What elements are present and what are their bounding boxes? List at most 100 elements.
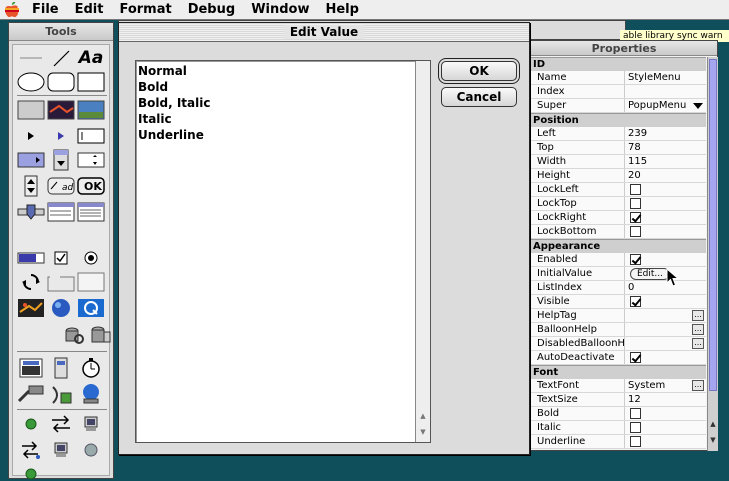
prop-row-visible[interactable]: Visible: [531, 295, 706, 309]
prop-value-super[interactable]: PopupMenu: [625, 99, 706, 112]
prop-row-enabled[interactable]: Enabled: [531, 253, 706, 267]
sync-arrows-search-icon[interactable]: [17, 439, 45, 461]
sync-arrows-icon[interactable]: [47, 413, 75, 435]
helptag-ellipsis-button[interactable]: ...: [692, 310, 704, 321]
underline-checkbox[interactable]: [630, 436, 641, 447]
autodeactivate-checkbox[interactable]: [630, 352, 641, 363]
listbox-tool-icon[interactable]: [47, 201, 75, 223]
picture-tool-icon[interactable]: [77, 99, 105, 121]
value-line[interactable]: Bold: [138, 79, 210, 95]
prop-row-balloonhelp[interactable]: BalloonHelp...: [531, 323, 706, 337]
serial-tool-icon[interactable]: [47, 357, 75, 379]
separator-tool-icon[interactable]: [17, 47, 45, 69]
popupmenu-tool-icon[interactable]: [77, 149, 105, 171]
scroll-down-arrow-icon[interactable]: ▼: [708, 435, 718, 445]
prop-value-top[interactable]: 78: [625, 141, 706, 154]
monitor-icon[interactable]: [47, 439, 75, 461]
prop-value-name[interactable]: StyleMenu: [625, 71, 706, 84]
prop-row-width[interactable]: Width 115: [531, 155, 706, 169]
editfield-tool-icon[interactable]: [77, 125, 105, 147]
progressbar-tool-icon[interactable]: [17, 247, 45, 269]
bevel-popup-icon[interactable]: [17, 149, 45, 171]
rect-tool-icon[interactable]: [77, 71, 105, 93]
cancel-button[interactable]: Cancel: [441, 87, 517, 107]
prop-row-name[interactable]: Name StyleMenu: [531, 71, 706, 85]
value-line[interactable]: Italic: [138, 111, 210, 127]
value-line[interactable]: Bold, Italic: [138, 95, 210, 111]
editor-scroll-down-icon[interactable]: ▼: [418, 427, 428, 437]
disclosure-triangle-blue-icon[interactable]: [47, 125, 75, 147]
green-ball-small-icon[interactable]: [17, 463, 45, 481]
lockleft-checkbox[interactable]: [630, 184, 641, 195]
network-tool-icon[interactable]: [77, 383, 105, 405]
prop-row-left[interactable]: Left 239: [531, 127, 706, 141]
ok-button[interactable]: OK: [441, 61, 517, 81]
editor-scroll-up-icon[interactable]: ▲: [418, 411, 428, 421]
oval-tool-icon[interactable]: [17, 71, 45, 93]
disclosure-triangle-icon[interactable]: [17, 125, 45, 147]
ok-button-tool[interactable]: OK: [77, 175, 105, 197]
menu-format[interactable]: Format: [111, 0, 179, 20]
groupbox-tool-icon[interactable]: [47, 271, 75, 293]
prop-row-italic[interactable]: Italic: [531, 421, 706, 435]
popup-arrow-icon[interactable]: [47, 149, 75, 171]
socket-tool-icon[interactable]: [17, 383, 45, 405]
prop-row-disabledballoonhelp[interactable]: DisabledBalloonHelp...: [531, 337, 706, 351]
database-tool-icon[interactable]: [87, 325, 115, 347]
radiobutton-tool-icon[interactable]: [77, 247, 105, 269]
prop-row-height[interactable]: Height 20: [531, 169, 706, 183]
prop-row-lockbottom[interactable]: LockBottom: [531, 225, 706, 239]
listbox-multi-tool-icon[interactable]: [77, 201, 105, 223]
line-tool-icon[interactable]: [47, 47, 75, 69]
quicktime-tool-icon[interactable]: [77, 297, 105, 319]
gray-ball-icon[interactable]: [77, 439, 105, 461]
timer-tool-icon[interactable]: [77, 357, 105, 379]
visible-checkbox[interactable]: [630, 296, 641, 307]
apple-icon[interactable]: [0, 0, 24, 20]
prop-row-locktop[interactable]: LockTop: [531, 197, 706, 211]
text-tool-icon[interactable]: Aa: [77, 47, 105, 69]
prop-row-underline[interactable]: Underline: [531, 435, 706, 449]
chasingarrows-tool-icon[interactable]: [17, 271, 45, 293]
value-line[interactable]: Normal: [138, 63, 210, 79]
dialog-titlebar[interactable]: Edit Value: [119, 23, 529, 42]
prop-value-index[interactable]: [625, 85, 706, 98]
properties-scroll-thumb[interactable]: [709, 59, 717, 391]
computer-icon[interactable]: [77, 413, 105, 435]
italic-checkbox[interactable]: [630, 422, 641, 433]
value-list-editor[interactable]: Normal Bold Bold, Italic Italic Underlin…: [135, 60, 431, 443]
menu-debug[interactable]: Debug: [180, 0, 243, 20]
prop-row-super[interactable]: Super PopupMenu: [531, 99, 706, 113]
prop-row-index[interactable]: Index: [531, 85, 706, 99]
locktop-checkbox[interactable]: [630, 198, 641, 209]
pushbutton-tool-icon[interactable]: ad: [47, 175, 75, 197]
prop-row-bold[interactable]: Bold: [531, 407, 706, 421]
prop-row-textfont[interactable]: TextFont System...: [531, 379, 706, 393]
prop-value-left[interactable]: 239: [625, 127, 706, 140]
staticbox-tool-icon[interactable]: [77, 271, 105, 293]
scroll-up-arrow-icon[interactable]: ▲: [708, 419, 718, 429]
menu-file[interactable]: File: [24, 0, 67, 20]
lockbottom-checkbox[interactable]: [630, 226, 641, 237]
menu-help[interactable]: Help: [317, 0, 366, 20]
prop-row-lockleft[interactable]: LockLeft: [531, 183, 706, 197]
globe-tool-icon[interactable]: [47, 297, 75, 319]
initialvalue-edit-button[interactable]: Edit...: [630, 268, 671, 280]
canvas-tool-icon[interactable]: [17, 99, 45, 121]
bold-checkbox[interactable]: [630, 408, 641, 419]
prop-row-lockright[interactable]: LockRight: [531, 211, 706, 225]
updown-arrows-icon[interactable]: [17, 175, 45, 197]
textfont-value[interactable]: System: [628, 380, 665, 391]
roundrect-tool-icon[interactable]: [47, 71, 75, 93]
balloonhelp-ellipsis-button[interactable]: ...: [692, 324, 704, 335]
lockright-checkbox[interactable]: [630, 212, 641, 223]
checkbox-tool-icon[interactable]: [47, 247, 75, 269]
enabled-checkbox[interactable]: [630, 254, 641, 265]
menu-edit[interactable]: Edit: [67, 0, 112, 20]
green-ball-icon[interactable]: [17, 413, 45, 435]
menu-window[interactable]: Window: [243, 0, 317, 20]
prop-value-width[interactable]: 115: [625, 155, 706, 168]
dropdown-arrow-icon[interactable]: [693, 103, 703, 109]
prop-value-textsize[interactable]: 12: [625, 393, 706, 406]
prop-row-autodeactivate[interactable]: AutoDeactivate: [531, 351, 706, 365]
